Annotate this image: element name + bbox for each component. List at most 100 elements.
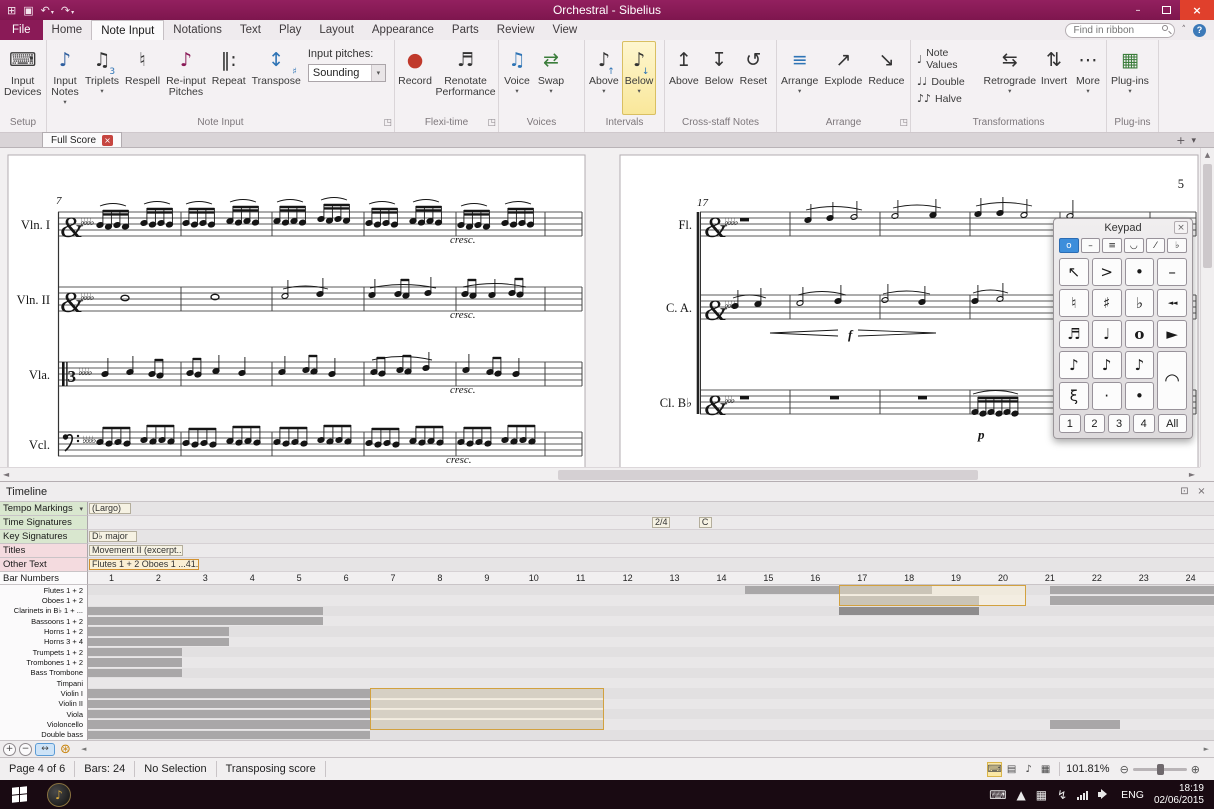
reduce-button[interactable]: ↘ Reduce [865, 41, 907, 115]
augmentation-dot-key[interactable]: · [1091, 382, 1122, 410]
timeline-event-chip[interactable]: 2/4 [652, 517, 670, 528]
interval-above-button[interactable]: ♪ ↑ Above ▾ [586, 41, 622, 115]
instrument-track-bass-trombone[interactable] [88, 667, 1214, 678]
rest-key[interactable]: ξ [1059, 382, 1089, 410]
horizontal-scroll-thumb[interactable] [558, 470, 978, 480]
instrument-track-bassoons-1-2[interactable] [88, 615, 1214, 627]
tab-layout[interactable]: Layout [310, 20, 363, 40]
sharp-key[interactable]: ♯ [1091, 289, 1122, 317]
settings-button[interactable]: ⊛ [58, 742, 73, 757]
instrument-track-trumpets-1-2[interactable] [88, 646, 1214, 658]
tab-review[interactable]: Review [488, 20, 544, 40]
more-button[interactable]: ⋯ More ▾ [1071, 41, 1105, 115]
invert-button[interactable]: ⇅ Invert [1037, 41, 1071, 115]
start-button[interactable] [12, 786, 27, 803]
score-canvas[interactable]: Vln. IVln. IIVla.Vcl.&&3♭♭♭♭♭♭♭♭♭♭♭♭♭♭♭♭… [0, 148, 1200, 467]
vertical-scroll-thumb[interactable] [1203, 164, 1212, 268]
renotate-performance-button[interactable]: ♬ Renotate Performance [434, 41, 497, 115]
zoom-slider[interactable] [1132, 763, 1187, 775]
instrument-track-horns-3-4[interactable] [88, 636, 1214, 647]
natural-key[interactable]: ♮ [1059, 289, 1089, 317]
keypad-close-icon[interactable]: × [1174, 221, 1188, 234]
instrument-track-flutes-1-2[interactable] [88, 585, 1214, 596]
mixer-panel-icon[interactable]: ▤ [1004, 762, 1019, 777]
scroll-right-icon[interactable]: ► [1189, 470, 1195, 479]
tab-appearance[interactable]: Appearance [363, 20, 443, 40]
voice-3-button[interactable]: 3 [1108, 414, 1130, 433]
instrument-track-violin-ii[interactable] [88, 698, 1214, 709]
panorama-view-icon[interactable]: ▦ [1038, 762, 1053, 777]
dropdown-arrow-icon[interactable]: ▾ [79, 505, 83, 513]
voice-4-button[interactable]: 4 [1132, 414, 1155, 433]
note-values-button[interactable]: ♩ Note Values [915, 47, 981, 71]
fit-width-button[interactable]: ↔ [35, 742, 55, 756]
language-indicator[interactable]: ENG [1121, 789, 1144, 801]
whole-note-key[interactable]: o [1124, 320, 1155, 348]
system-tray-icon[interactable]: ▦ [1036, 788, 1047, 802]
keypad-tab-common-notes[interactable]: o [1059, 238, 1079, 253]
dialog-launcher-icon[interactable]: ◳ [487, 119, 496, 128]
zoom-in-icon[interactable]: ⊕ [1191, 763, 1200, 776]
maximize-button[interactable] [1152, 0, 1180, 20]
tab-notations[interactable]: Notations [164, 20, 231, 40]
redo-icon[interactable]: ↷ ▾ [61, 4, 74, 17]
instrument-track-double-bass[interactable] [88, 729, 1214, 740]
dialog-launcher-icon[interactable]: ◳ [383, 119, 392, 128]
timeline-event-chip[interactable]: (Largo) [89, 503, 131, 514]
eighth-note-3-key[interactable]: ♪ [1124, 351, 1155, 379]
zoom-slider-thumb[interactable] [1156, 763, 1164, 775]
swap-button[interactable]: ⇄ Swap ▾ [534, 41, 568, 115]
keypad-title-bar[interactable]: Keypad × [1054, 219, 1192, 237]
input-devices-button[interactable]: ⌨ Input Devices [1, 41, 44, 115]
flat-key[interactable]: ♭ [1124, 289, 1155, 317]
timeline-scroll-right[interactable]: ► [1204, 745, 1209, 753]
zoom-in-button[interactable]: + [3, 742, 16, 756]
timeline-row-tempo-markings[interactable]: (Largo) [88, 502, 1214, 516]
show-hidden-icons-icon[interactable]: ▲ [1017, 788, 1026, 802]
find-in-ribbon-input[interactable] [1064, 23, 1175, 38]
arrange-button[interactable]: ≡ Arrange ▾ [778, 41, 821, 115]
undo-icon[interactable]: ↶ ▾ [41, 4, 54, 17]
instrument-track-violoncello[interactable] [88, 719, 1214, 730]
eighth-note-key[interactable]: ♪ [1059, 351, 1089, 379]
tab-view[interactable]: View [543, 20, 586, 40]
horizontal-scrollbar[interactable]: ◄ ► [0, 467, 1200, 481]
network-icon[interactable] [1077, 790, 1089, 800]
timeline-row-titles[interactable]: Movement II (excerpt... [88, 544, 1214, 558]
power-icon[interactable]: ↯ [1057, 788, 1067, 802]
halve-button[interactable]: ♪♪ Halve [915, 92, 981, 105]
document-tab-full-score[interactable]: Full Score × [42, 132, 123, 147]
tab-file[interactable]: File [0, 20, 43, 40]
timeline-row-other-text[interactable]: Flutes 1 + 2 Oboes 1 ...41... [88, 558, 1214, 572]
staccato-key[interactable]: • [1124, 258, 1155, 286]
rewind-key[interactable]: ◄◄ [1157, 289, 1187, 317]
instrument-track-timpani[interactable] [88, 677, 1214, 689]
zoom-out-button[interactable]: − [19, 742, 32, 756]
play-key[interactable]: ► [1157, 320, 1187, 348]
transpose-button[interactable]: ↕ ♯ Transpose [249, 41, 304, 115]
tie-key[interactable]: ◠ [1157, 351, 1187, 410]
minimize-button[interactable]: – [1124, 0, 1152, 20]
instrument-track-oboes-1-2[interactable] [88, 595, 1214, 606]
staccato-dot-key[interactable]: • [1124, 382, 1155, 410]
voice-1-button[interactable]: 1 [1059, 414, 1081, 433]
cross-staff-below-button[interactable]: ↧ Below [702, 41, 737, 115]
explode-button[interactable]: ↗ Explode [821, 41, 865, 115]
keypad-tab-articulations[interactable]: ◡ [1124, 238, 1144, 253]
re-input-pitches-button[interactable]: ♪ Re-input Pitches [163, 41, 209, 115]
interval-below-button[interactable]: ♪ ↓ Below ▾ [621, 41, 657, 115]
tenuto-key[interactable]: – [1157, 258, 1187, 286]
dialog-launcher-icon[interactable]: ◳ [899, 119, 908, 128]
retrograde-button[interactable]: ⇆ Retrograde ▾ [983, 41, 1037, 115]
scroll-left-icon[interactable]: ◄ [3, 470, 9, 479]
timeline-event-chip[interactable]: D♭ major [89, 531, 137, 542]
dock-panel-icon[interactable]: ⊡ [1178, 486, 1191, 497]
close-panel-icon[interactable]: × [1195, 486, 1208, 497]
respell-button[interactable]: ♮ Respell [122, 41, 163, 115]
tab-list-button[interactable]: ▾ [1191, 136, 1196, 146]
tab-home[interactable]: Home [43, 20, 92, 40]
help-icon[interactable]: ? [1193, 23, 1206, 37]
timeline-event-chip[interactable]: C [698, 517, 712, 528]
zoom-out-icon[interactable]: ⊖ [1120, 763, 1129, 776]
application-menu-icon[interactable]: ⊞ [7, 4, 16, 17]
